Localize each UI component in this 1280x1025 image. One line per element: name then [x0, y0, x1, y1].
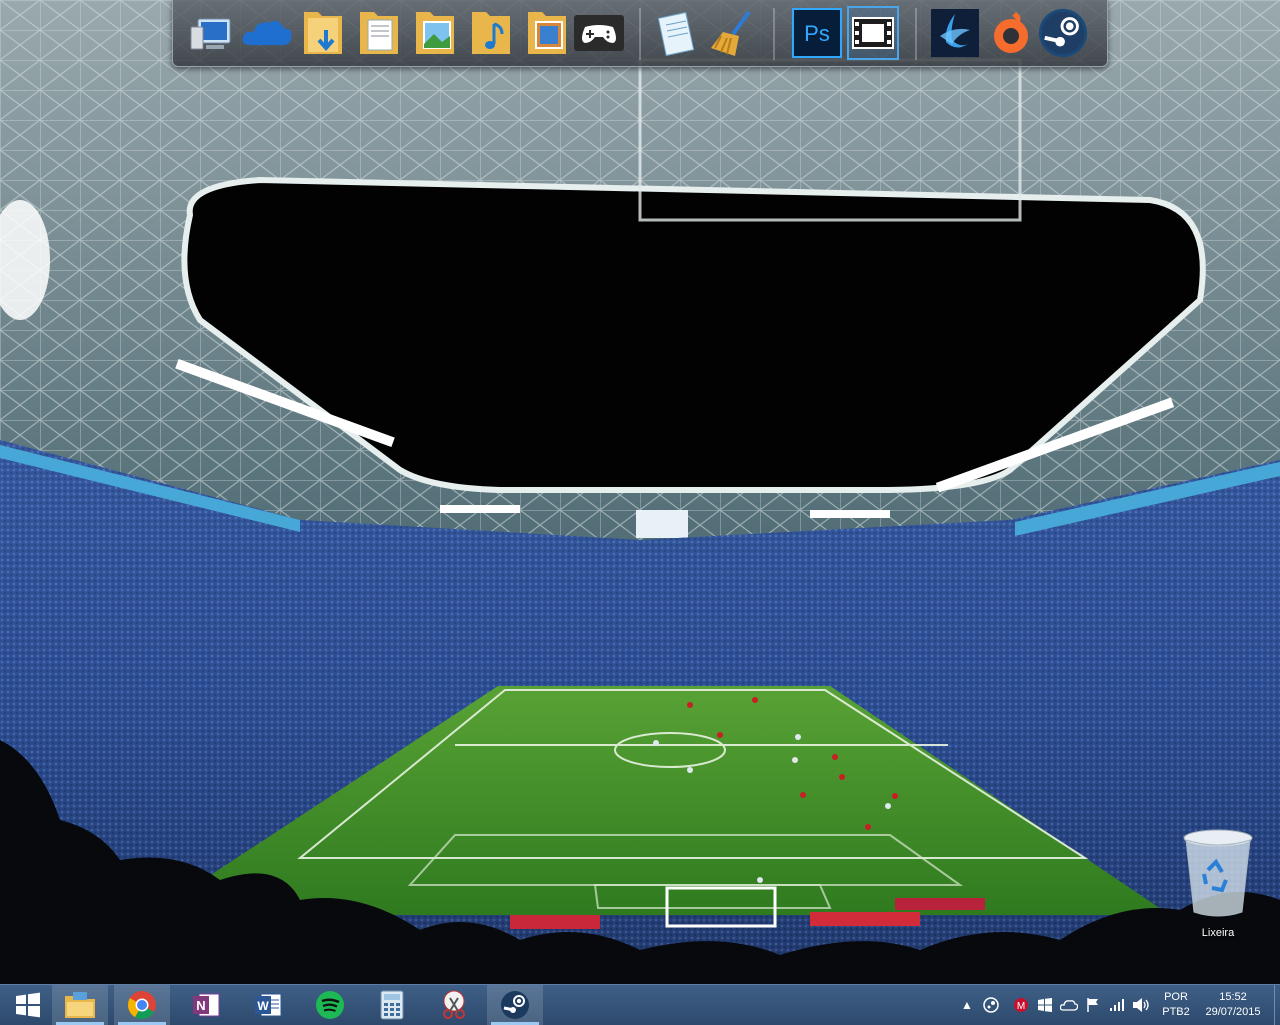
dock-item-battle-net[interactable]: [929, 6, 981, 60]
taskbar-file-explorer[interactable]: [52, 985, 108, 1025]
recycle-bin-label: Lixeira: [1201, 927, 1235, 939]
taskbar: N W ▲ M POR PTB2 15:52 29/07/2015: [0, 984, 1280, 1025]
dock-item-music[interactable]: [465, 6, 517, 60]
dock-item-origin[interactable]: [985, 6, 1037, 60]
svg-text:Ps: Ps: [804, 21, 830, 46]
downloads-folder-icon: [304, 12, 342, 54]
dock-separator: [639, 8, 641, 60]
taskbar-calculator[interactable]: [364, 985, 420, 1025]
tray-action-center-flag-icon[interactable]: [1084, 995, 1102, 1015]
dock-item-photoshop[interactable]: Ps: [791, 6, 843, 60]
dock-separator: [773, 8, 775, 60]
dock-item-pictures[interactable]: [409, 6, 461, 60]
taskbar-snipping-tool[interactable]: [426, 985, 482, 1025]
word-icon: W: [255, 993, 282, 1017]
spotify-icon: [316, 991, 344, 1019]
notepad-icon: [657, 11, 695, 57]
dock-item-video-editor[interactable]: [847, 6, 899, 60]
origin-icon: [994, 12, 1028, 53]
taskbar-word[interactable]: W: [240, 985, 296, 1025]
dock-item-steam[interactable]: [1037, 6, 1089, 60]
onedrive-cloud-icon: [242, 20, 292, 46]
clock-time: 15:52: [1219, 991, 1247, 1003]
tray-windows-update-icon[interactable]: [1036, 995, 1054, 1015]
taskbar-chrome[interactable]: [114, 985, 170, 1025]
taskbar-spotify[interactable]: [302, 985, 358, 1025]
dock-item-computer[interactable]: [185, 6, 237, 60]
taskbar-onenote[interactable]: N: [178, 985, 234, 1025]
tray-network-signal-icon[interactable]: [1108, 995, 1126, 1015]
tray-volume-speaker-icon[interactable]: [1132, 995, 1150, 1015]
stadium-wallpaper-image: [0, 0, 1280, 984]
tray-mcafee-icon[interactable]: M: [1012, 995, 1030, 1015]
show-hidden-icons-chevron-up-icon[interactable]: ▲: [958, 995, 976, 1015]
photoshop-icon: Ps: [792, 8, 842, 58]
svg-text:N: N: [196, 998, 205, 1013]
keyboard-layout: PTB2: [1162, 1006, 1190, 1018]
onenote-icon: N: [193, 993, 220, 1017]
videos-folder-icon: [528, 12, 566, 54]
tray-clock[interactable]: 15:52 29/07/2015: [1200, 990, 1266, 1020]
music-folder-icon: [472, 12, 510, 54]
documents-folder-icon: [360, 12, 398, 54]
ccleaner-broom-icon: [711, 10, 751, 56]
dock-item-downloads[interactable]: [297, 6, 349, 60]
svg-text:M: M: [1017, 1001, 1025, 1012]
battle-net-icon: [931, 9, 979, 57]
tray-language-indicator[interactable]: POR PTB2: [1156, 990, 1196, 1020]
dock-item-onedrive[interactable]: [241, 6, 293, 60]
video-editor-film-icon: [852, 17, 894, 49]
desktop-wallpaper: [0, 0, 1280, 984]
windows-logo-icon: [16, 992, 40, 1018]
dock-item-documents[interactable]: [353, 6, 405, 60]
clock-date: 29/07/2015: [1205, 1006, 1261, 1018]
desktop-icon-recycle-bin[interactable]: Lixeira: [1178, 826, 1258, 939]
dock-separator: [915, 8, 917, 60]
top-launcher-dock: Ps: [172, 0, 1108, 67]
language-code: POR: [1164, 991, 1188, 1003]
steam-icon: [1038, 8, 1088, 58]
gamepad-icon: [574, 15, 624, 51]
tray-onedrive-icon[interactable]: [1060, 995, 1078, 1015]
dock-item-notepad[interactable]: [651, 6, 703, 60]
calculator-icon: [380, 990, 404, 1020]
svg-text:W: W: [257, 999, 269, 1013]
recycle-bin-icon: [1183, 829, 1253, 917]
dock-item-ccleaner[interactable]: [707, 6, 759, 60]
chrome-icon: [128, 991, 156, 1019]
steam-taskbar-icon: [501, 991, 529, 1019]
dock-item-videos[interactable]: [521, 6, 573, 60]
dock-item-games[interactable]: [573, 6, 625, 60]
pictures-folder-icon: [416, 12, 454, 54]
computer-icon: [190, 18, 231, 50]
show-desktop-button[interactable]: [1274, 985, 1280, 1025]
snipping-tool-icon: [443, 990, 465, 1019]
file-explorer-icon: [65, 992, 95, 1018]
start-button[interactable]: [0, 985, 56, 1025]
tray-steam-icon[interactable]: [982, 995, 1000, 1015]
taskbar-steam[interactable]: [487, 985, 543, 1025]
